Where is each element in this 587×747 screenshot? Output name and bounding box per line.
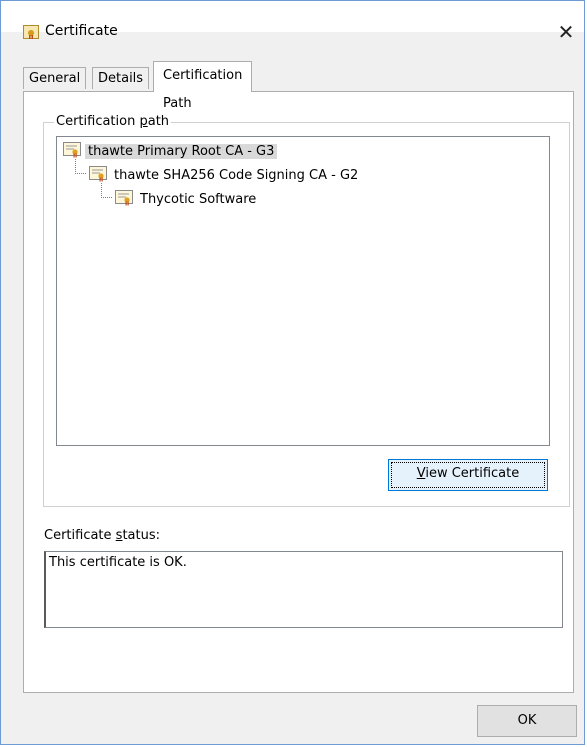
tree-node-label: thawte Primary Root CA - G3 xyxy=(85,144,278,159)
certification-path-panel: Certification path thawte Primary Root C… xyxy=(23,91,574,693)
certificate-icon xyxy=(63,142,81,158)
tab-certification-path[interactable]: Certification Path xyxy=(153,61,253,111)
certificate-icon xyxy=(115,190,133,206)
tab-details-label: Details xyxy=(98,71,144,86)
certificate-status-text: This certificate is OK. xyxy=(49,555,187,570)
certificate-dialog: Certificate ✕ General Details Certificat… xyxy=(0,0,585,745)
tree-node-label: thawte SHA256 Code Signing CA - G2 xyxy=(114,168,359,183)
tab-general[interactable]: General xyxy=(23,67,87,89)
certificate-status-box[interactable]: This certificate is OK. xyxy=(44,551,563,628)
tree-node-root[interactable]: thawte Primary Root CA - G3 xyxy=(63,142,278,162)
tree-node-intermediate[interactable]: thawte SHA256 Code Signing CA - G2 xyxy=(89,166,361,186)
certification-path-tree[interactable]: thawte Primary Root CA - G3 thawte SHA25… xyxy=(56,136,550,446)
close-icon: ✕ xyxy=(557,20,575,44)
certificate-icon xyxy=(23,25,39,39)
tab-general-label: General xyxy=(29,71,81,86)
tree-node-label: Thycotic Software xyxy=(140,192,257,207)
close-button[interactable]: ✕ xyxy=(548,17,584,47)
certification-path-group-label: Certification path xyxy=(54,114,172,129)
window-title: Certificate xyxy=(45,23,118,39)
view-certificate-label: iew Certificate xyxy=(425,466,520,481)
ok-button[interactable]: OK xyxy=(477,705,577,737)
certificate-status-label: Certificate status: xyxy=(44,528,161,543)
certificate-icon xyxy=(89,166,107,182)
view-certificate-button[interactable]: View Certificate xyxy=(388,459,548,491)
tree-node-leaf[interactable]: Thycotic Software xyxy=(115,190,259,210)
title-bar: Certificate ✕ xyxy=(1,1,584,44)
tab-details[interactable]: Details xyxy=(92,67,150,89)
